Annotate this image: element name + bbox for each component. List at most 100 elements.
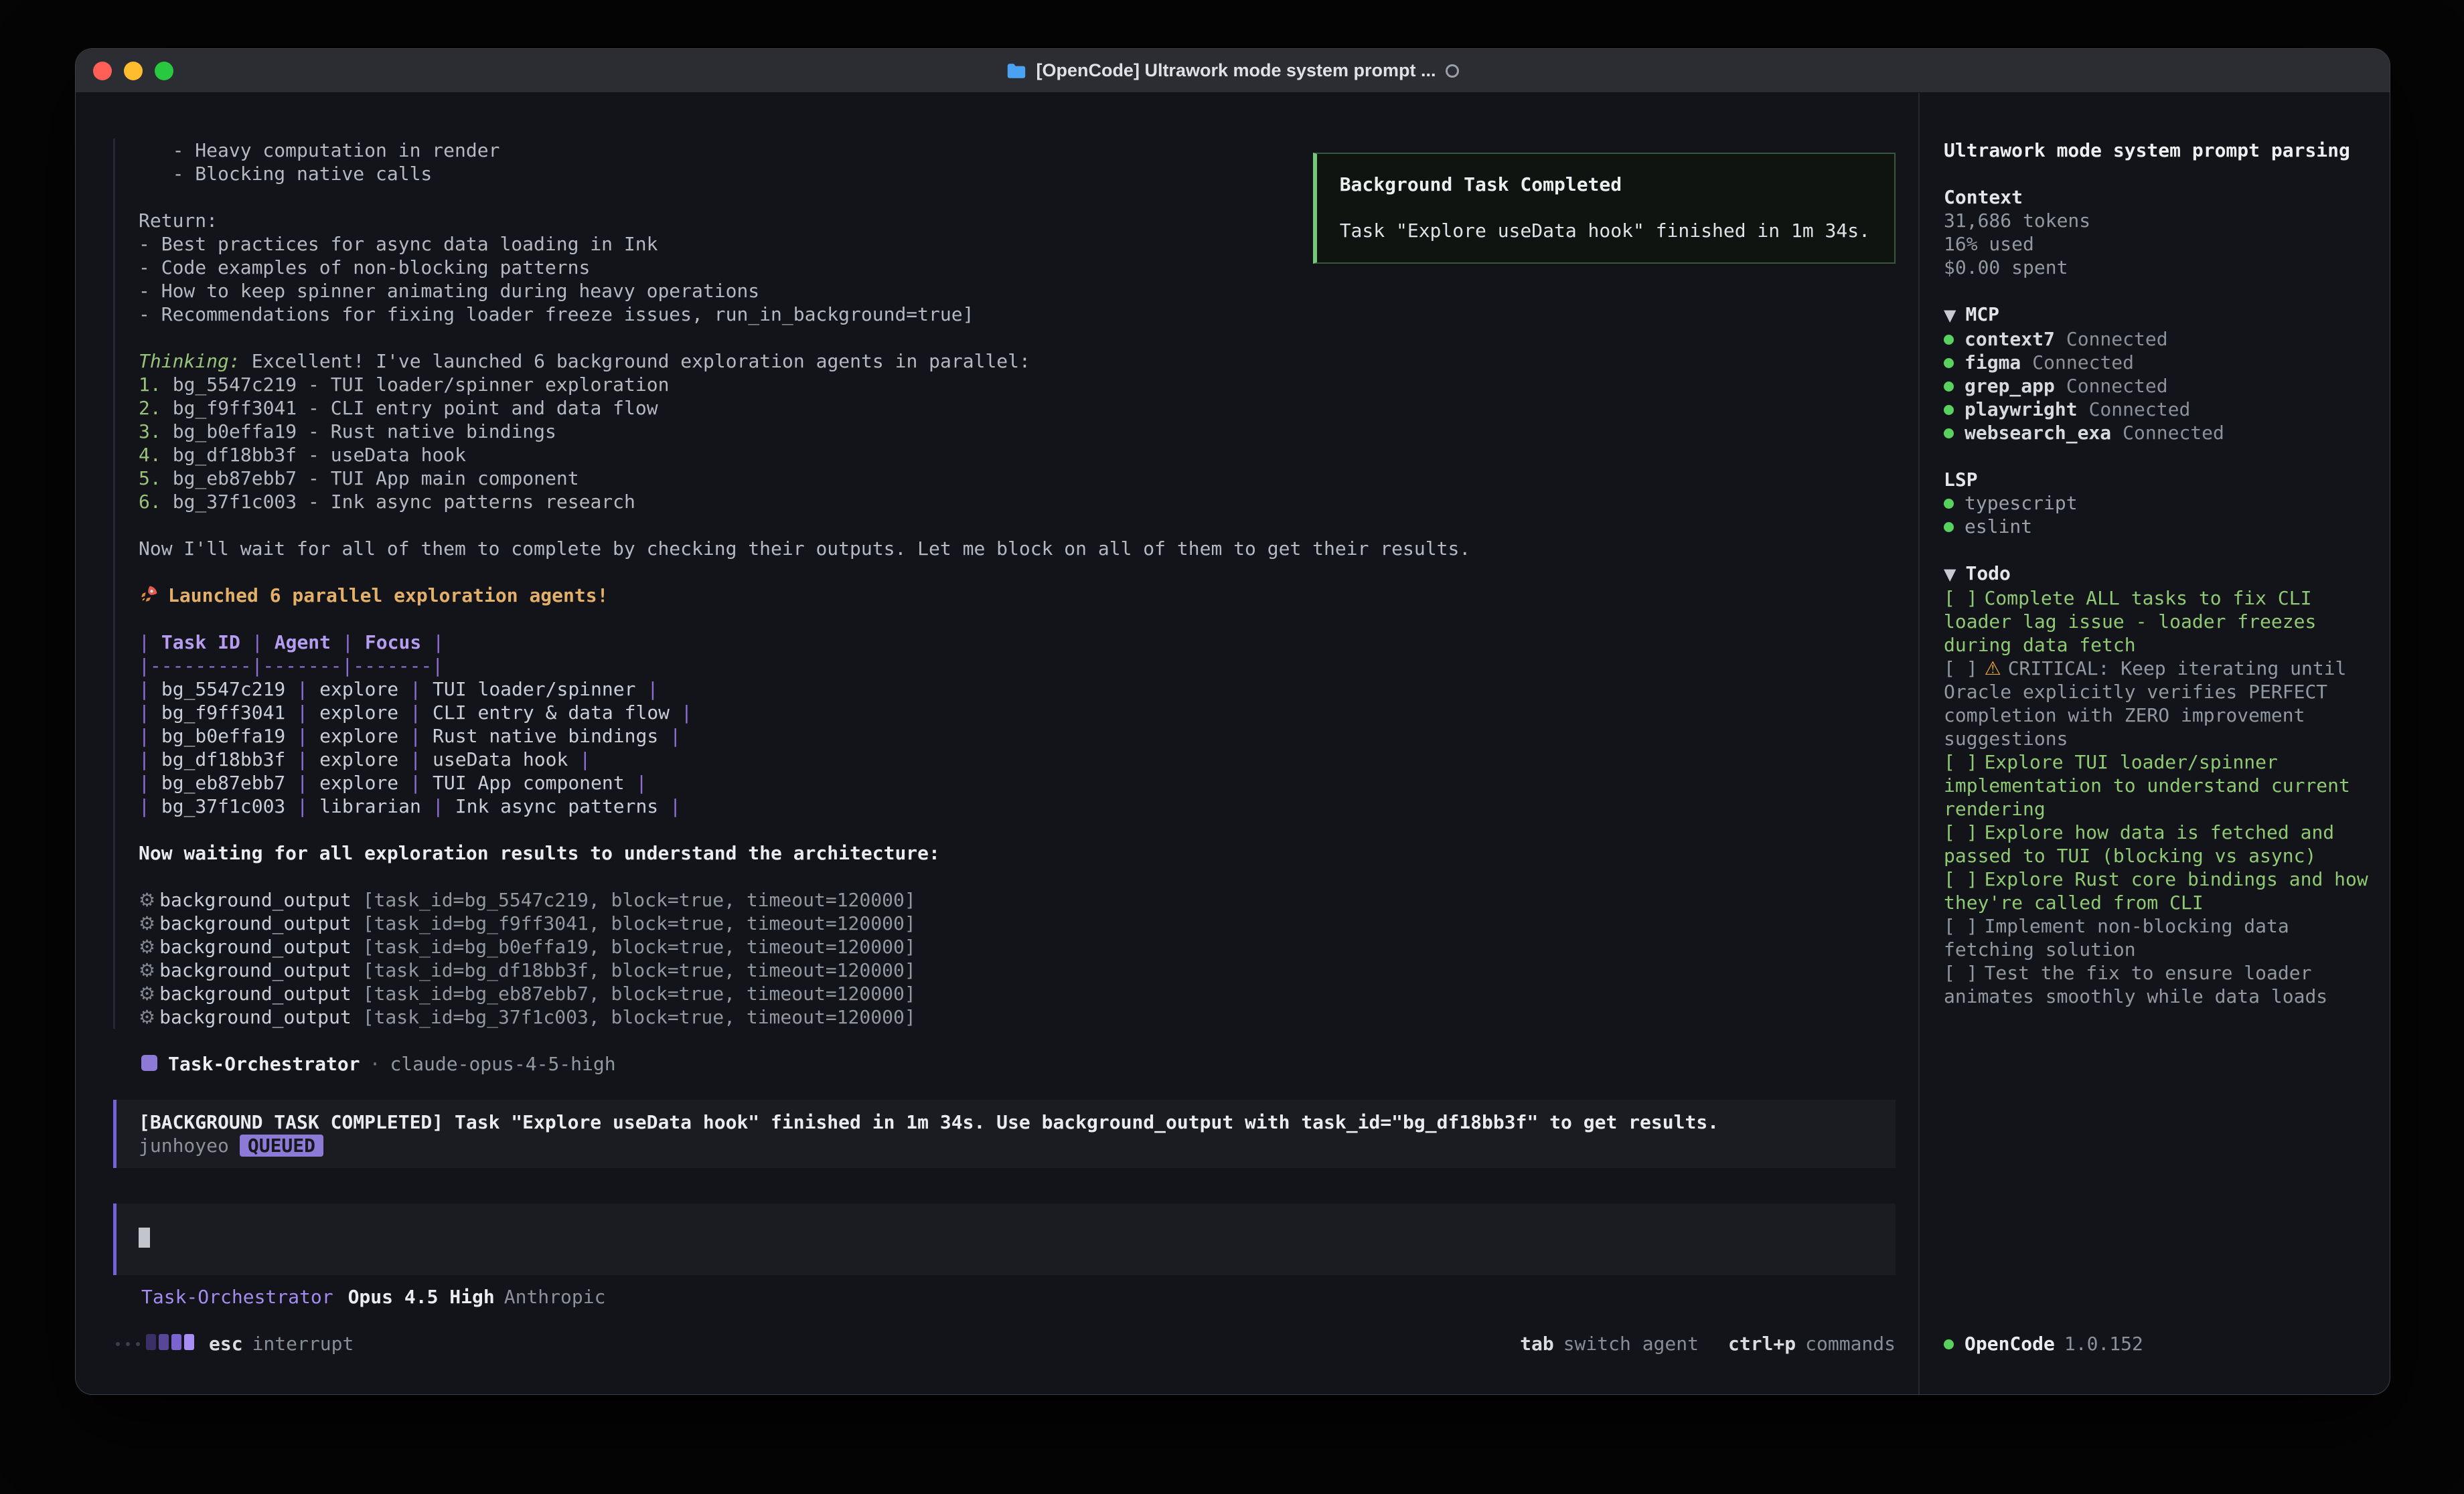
todo-item: [ ]Explore TUI loader/spinner implementa… <box>1944 750 2374 821</box>
zoom-window-button[interactable] <box>155 62 173 80</box>
table-row: |bg_f9ff3041|explore|CLI entry & data fl… <box>139 701 1896 724</box>
lsp-section-header[interactable]: LSP <box>1944 468 2374 491</box>
status-dot-icon <box>1944 335 1954 345</box>
queued-badge: QUEUED <box>240 1135 323 1157</box>
window-title: [OpenCode] Ultrawork mode system prompt … <box>1036 60 1436 81</box>
desktop-background: [OpenCode] Ultrawork mode system prompt … <box>0 0 2464 1494</box>
esc-key-hint: esc <box>209 1332 243 1355</box>
context-heading: Context <box>1944 185 2374 209</box>
blank-line <box>139 607 1896 631</box>
chevron-down-icon: ▼ <box>1944 565 1956 584</box>
gear-icon: ⚙ <box>139 912 155 934</box>
terminal-line: - Recommendations for fixing loader free… <box>139 303 1896 326</box>
close-window-button[interactable] <box>93 62 112 80</box>
chevron-down-icon: ▼ <box>1944 306 1956 325</box>
blank-line <box>139 865 1896 888</box>
agent-list-item: 5.bg_eb87ebb7 - TUI App main component <box>139 467 1896 490</box>
username: junhoyeo <box>139 1135 229 1157</box>
status-dot-icon <box>1944 358 1954 368</box>
launch-banner-text: Launched 6 parallel exploration agents! <box>168 584 608 606</box>
status-left: escinterrupt <box>116 1332 354 1355</box>
activity-spinner-icon <box>146 1332 197 1355</box>
status-dot-icon <box>1944 522 1954 532</box>
todo-item: [ ]Test the fix to ensure loader animate… <box>1944 961 2374 1008</box>
table-header-row: |Task ID|Agent|Focus| <box>139 631 1896 654</box>
minimize-window-button[interactable] <box>124 62 143 80</box>
todo-section-header[interactable]: ▼Todo <box>1944 562 2374 586</box>
agent-list-item: 4.bg_df18bb3f - useData hook <box>139 443 1896 467</box>
terminal-window: [OpenCode] Ultrawork mode system prompt … <box>75 48 2390 1395</box>
table-row: |bg_eb87ebb7|explore|TUI App component| <box>139 771 1896 795</box>
sidebar: Ultrawork mode system prompt parsing Con… <box>1918 93 2390 1394</box>
tab-key-hint: tabswitch agent <box>1520 1332 1699 1355</box>
app-version-footer: OpenCode1.0.152 <box>1944 1332 2143 1355</box>
mcp-item: playwrightConnected <box>1944 398 2374 421</box>
background-task-toast: Background Task Completed Task "Explore … <box>1313 153 1896 264</box>
spinner-dot-icon <box>136 1342 140 1346</box>
table-row: |bg_b0effa19|explore|Rust native binding… <box>139 724 1896 748</box>
agent-list-item: 3.bg_b0effa19 - Rust native bindings <box>139 420 1896 443</box>
traffic-lights <box>93 49 173 93</box>
launch-banner: Launched 6 parallel exploration agents! <box>139 584 1896 607</box>
context-used: 16% used <box>1944 232 2374 256</box>
commands-key-hint: ctrl+pcommands <box>1728 1332 1896 1355</box>
status-dot-icon <box>1944 428 1954 438</box>
mcp-item: figmaConnected <box>1944 351 2374 374</box>
status-bar: escinterrupt tabswitch agent ctrl+pcomma… <box>116 1332 1896 1355</box>
blank-line <box>139 513 1896 537</box>
tool-call-line: ⚙background_output[task_id=bg_eb87ebb7, … <box>139 982 1896 1005</box>
folder-icon <box>1006 63 1026 79</box>
todo-item: [ ]Explore how data is fetched and passe… <box>1944 821 2374 867</box>
status-dot-icon <box>1944 382 1954 392</box>
agent-list-item: 1.bg_5547c219 - TUI loader/spinner explo… <box>139 373 1896 396</box>
agent-footer: Task-OrchestratorOpus 4.5 HighAnthropic <box>113 1285 1896 1309</box>
waiting-heading: Now waiting for all exploration results … <box>139 841 1896 865</box>
rocket-icon <box>139 584 159 610</box>
status-dot-icon <box>1944 499 1954 509</box>
agent-list-item: 6.bg_37f1c003 - Ink async patterns resea… <box>139 490 1896 513</box>
thinking-label: Thinking: <box>139 350 240 372</box>
blank-line <box>139 818 1896 841</box>
warning-icon: ⚠ <box>1985 657 2001 679</box>
todo-item: [ ]Complete ALL tasks to fix CLI loader … <box>1944 586 2374 657</box>
agent-header: Task-Orchestrator·claude-opus-4-5-high <box>113 1052 1896 1076</box>
blank-line <box>139 560 1896 584</box>
table-row: |bg_5547c219|explore|TUI loader/spinner| <box>139 677 1896 701</box>
toast-body: Task "Explore useData hook" finished in … <box>1340 219 1870 242</box>
mcp-item: grep_appConnected <box>1944 374 2374 398</box>
tool-call-line: ⚙background_output[task_id=bg_f9ff3041, … <box>139 912 1896 935</box>
context-spent: $0.00 spent <box>1944 256 2374 279</box>
thinking-line: Thinking:Excellent! I've launched 6 back… <box>139 349 1896 373</box>
status-dot-icon <box>1944 1339 1954 1349</box>
gear-icon: ⚙ <box>139 1006 155 1028</box>
todo-item: [ ]Implement non-blocking data fetching … <box>1944 914 2374 961</box>
status-dot-icon <box>1944 405 1954 415</box>
agent-square-icon <box>141 1055 157 1071</box>
tool-call-line: ⚙background_output[task_id=bg_5547c219, … <box>139 888 1896 912</box>
text-cursor-icon <box>139 1228 150 1248</box>
tool-call-line: ⚙background_output[task_id=bg_b0effa19, … <box>139 935 1896 959</box>
prompt-input[interactable] <box>113 1204 1896 1275</box>
gear-icon: ⚙ <box>139 936 155 958</box>
gear-icon: ⚙ <box>139 889 155 911</box>
gear-icon: ⚙ <box>139 959 155 981</box>
spinner-dot-icon <box>116 1342 120 1346</box>
mcp-section-header[interactable]: ▼MCP <box>1944 303 2374 327</box>
chat-main-panel: - Heavy computation in render - Blocking… <box>76 93 1918 1394</box>
window-title-group: [OpenCode] Ultrawork mode system prompt … <box>1006 60 1458 81</box>
window-titlebar[interactable]: [OpenCode] Ultrawork mode system prompt … <box>76 49 2390 93</box>
terminal-line: - How to keep spinner animating during h… <box>139 279 1896 303</box>
tool-call-line: ⚙background_output[task_id=bg_df18bb3f, … <box>139 959 1896 982</box>
lsp-item: typescript <box>1944 491 2374 515</box>
toast-title: Background Task Completed <box>1340 173 1870 196</box>
context-tokens: 31,686 tokens <box>1944 209 2374 232</box>
completed-meta: junhoyeo QUEUED <box>139 1134 1896 1157</box>
mcp-item: websearch_exaConnected <box>1944 421 2374 444</box>
todo-item: [ ]⚠CRITICAL: Keep iterating until Oracl… <box>1944 657 2374 750</box>
background-task-completed-message: [BACKGROUND TASK COMPLETED] Task "Explor… <box>113 1100 1896 1168</box>
mcp-item: context7Connected <box>1944 327 2374 351</box>
todo-item: [ ]Explore Rust core bindings and how th… <box>1944 867 2374 914</box>
assistant-message: - Heavy computation in render - Blocking… <box>113 139 1896 1029</box>
spinner-dot-icon <box>126 1342 130 1346</box>
table-separator-row: |---------|-------|-------| <box>139 654 1896 677</box>
